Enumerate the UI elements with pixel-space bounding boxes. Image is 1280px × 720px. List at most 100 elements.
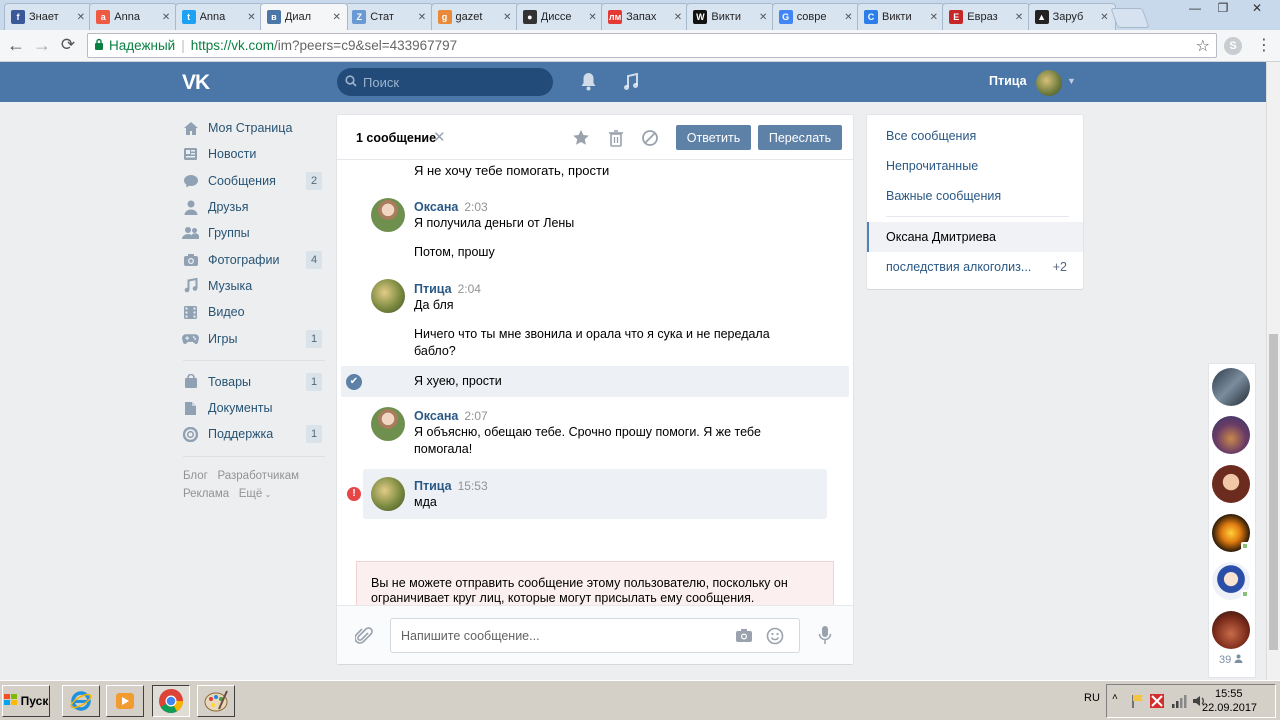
- new-tab-button[interactable]: [1110, 8, 1150, 28]
- close-tab-icon[interactable]: ✕: [418, 12, 426, 23]
- maximize-window-button[interactable]: ❐: [1210, 0, 1236, 18]
- reload-button[interactable]: ⟳: [58, 35, 78, 55]
- close-tab-icon[interactable]: ✕: [674, 12, 682, 23]
- emoji-icon[interactable]: [766, 627, 784, 648]
- sender-name[interactable]: Птица: [414, 282, 452, 296]
- footer-link-ads[interactable]: Реклама: [183, 488, 229, 500]
- back-button[interactable]: ←: [6, 35, 26, 55]
- address-bar[interactable]: Надежный | https://vk.com/im?peers=c9&se…: [87, 33, 1217, 58]
- camera-icon[interactable]: [735, 628, 753, 646]
- clear-selection-icon[interactable]: ✕: [433, 128, 446, 146]
- paperclip-icon[interactable]: [354, 626, 373, 649]
- close-tab-icon[interactable]: ✕: [247, 12, 255, 23]
- forward-button[interactable]: Переслать: [758, 125, 842, 150]
- header-user-name[interactable]: Птица: [989, 74, 1027, 88]
- friend-avatar[interactable]: [1212, 368, 1250, 406]
- footer-link-more[interactable]: Ещё: [239, 488, 263, 500]
- search-input[interactable]: Поиск: [337, 68, 553, 96]
- menu-item-music[interactable]: Музыка: [180, 273, 330, 299]
- music-note-icon[interactable]: [623, 72, 639, 94]
- browser-tab[interactable]: E Евраз ✕: [942, 3, 1031, 30]
- trash-icon[interactable]: [607, 129, 625, 147]
- close-tab-icon[interactable]: ✕: [930, 12, 938, 23]
- menu-item-video[interactable]: Видео: [180, 299, 330, 325]
- menu-item-messages[interactable]: Сообщения 2: [180, 168, 330, 194]
- chevron-down-icon[interactable]: ▼: [1067, 76, 1076, 86]
- close-window-button[interactable]: ✕: [1240, 0, 1274, 18]
- dialog-item-chat[interactable]: последствия алкоголиз... +2: [867, 252, 1083, 282]
- menu-item-goods[interactable]: Товары 1: [180, 369, 330, 395]
- browser-tab[interactable]: Z Стат ✕: [345, 3, 434, 30]
- menu-item-support[interactable]: Поддержка 1: [180, 421, 330, 447]
- close-tab-icon[interactable]: ✕: [77, 12, 85, 23]
- menu-item-home[interactable]: Моя Страница: [180, 115, 330, 141]
- close-tab-icon[interactable]: ✕: [503, 12, 511, 23]
- close-tab-icon[interactable]: ✕: [588, 12, 596, 23]
- menu-item-friends[interactable]: Друзья: [180, 194, 330, 220]
- message-time[interactable]: 2:07: [464, 409, 487, 423]
- checkmark-icon[interactable]: ✔: [346, 374, 362, 390]
- star-icon[interactable]: [572, 129, 590, 147]
- browser-tab[interactable]: W Викти ✕: [686, 3, 775, 30]
- message-time[interactable]: 2:04: [458, 282, 481, 296]
- minimize-window-button[interactable]: —: [1182, 0, 1208, 18]
- message-time[interactable]: 2:03: [464, 200, 487, 214]
- header-avatar[interactable]: [1036, 70, 1062, 96]
- show-hidden-icons-icon[interactable]: ˄: [1112, 692, 1118, 703]
- message-input[interactable]: Напишите сообщение...: [390, 618, 800, 653]
- footer-link-developers[interactable]: Разработчикам: [217, 470, 299, 482]
- avatar[interactable]: [371, 279, 405, 313]
- friend-avatar[interactable]: [1212, 465, 1250, 503]
- browser-menu-icon[interactable]: ⋮: [1256, 35, 1272, 55]
- menu-item-games[interactable]: Игры 1: [180, 325, 330, 351]
- skype-extension-icon[interactable]: S: [1224, 37, 1242, 55]
- clock-date[interactable]: 22.09.2017: [1202, 702, 1257, 714]
- menu-item-groups[interactable]: Группы: [180, 220, 330, 246]
- vk-logo[interactable]: VK: [182, 71, 210, 95]
- microphone-icon[interactable]: [818, 625, 832, 648]
- friend-avatar[interactable]: [1212, 611, 1250, 649]
- language-indicator[interactable]: RU: [1084, 692, 1100, 704]
- paint-icon[interactable]: [197, 685, 235, 717]
- page-scrollbar[interactable]: [1266, 62, 1280, 680]
- spam-block-icon[interactable]: [641, 129, 659, 147]
- avatar[interactable]: [371, 477, 405, 511]
- bookmark-star-icon[interactable]: ☆: [1196, 36, 1210, 56]
- browser-tab[interactable]: ● Диссе ✕: [515, 3, 604, 30]
- friends-online-count[interactable]: 39: [1219, 654, 1243, 666]
- browser-tab[interactable]: f Знает ✕: [4, 3, 92, 30]
- filter-all-messages[interactable]: Все сообщения: [867, 121, 1083, 151]
- close-tab-icon[interactable]: ✕: [844, 12, 852, 23]
- close-tab-icon[interactable]: ✕: [759, 12, 767, 23]
- chrome-taskbar-icon[interactable]: [152, 685, 190, 717]
- avatar[interactable]: [371, 198, 405, 232]
- close-tab-icon[interactable]: ✕: [333, 12, 341, 23]
- start-button[interactable]: Пуск: [2, 685, 50, 717]
- filter-important[interactable]: Важные сообщения: [867, 181, 1083, 211]
- error-icon[interactable]: !: [347, 487, 361, 501]
- browser-tab[interactable]: C Викти ✕: [857, 3, 945, 30]
- browser-tab[interactable]: в Диал ✕: [259, 3, 348, 30]
- reply-button[interactable]: Ответить: [676, 125, 751, 150]
- filter-unread[interactable]: Непрочитанные: [867, 151, 1083, 181]
- selected-message-row[interactable]: ✔ Я хуею, прости: [341, 366, 849, 397]
- current-dialog-item[interactable]: Оксана Дмитриева: [867, 222, 1083, 252]
- browser-tab[interactable]: ▲ Заруб ✕: [1027, 3, 1116, 30]
- network-signal-icon[interactable]: [1171, 693, 1187, 712]
- notifications-bell-icon[interactable]: [580, 72, 597, 94]
- sender-name[interactable]: Оксана: [414, 200, 458, 214]
- avatar[interactable]: [371, 407, 405, 441]
- forward-button[interactable]: →: [32, 35, 52, 55]
- menu-item-documents[interactable]: Документы: [180, 395, 330, 421]
- close-tab-icon[interactable]: ✕: [1015, 12, 1023, 23]
- browser-tab[interactable]: a Anna ✕: [89, 3, 178, 30]
- menu-item-news[interactable]: Новости: [180, 141, 330, 167]
- browser-tab[interactable]: лм Запах ✕: [601, 3, 690, 30]
- clock-time[interactable]: 15:55: [1215, 688, 1243, 700]
- scrollbar-thumb[interactable]: [1269, 334, 1278, 650]
- browser-tab[interactable]: Gсовре ✕: [771, 3, 860, 30]
- close-tab-icon[interactable]: ✕: [1100, 12, 1108, 23]
- flag-icon[interactable]: [1130, 693, 1146, 712]
- antivirus-alert-icon[interactable]: [1149, 693, 1165, 712]
- sender-name[interactable]: Птица: [414, 479, 452, 493]
